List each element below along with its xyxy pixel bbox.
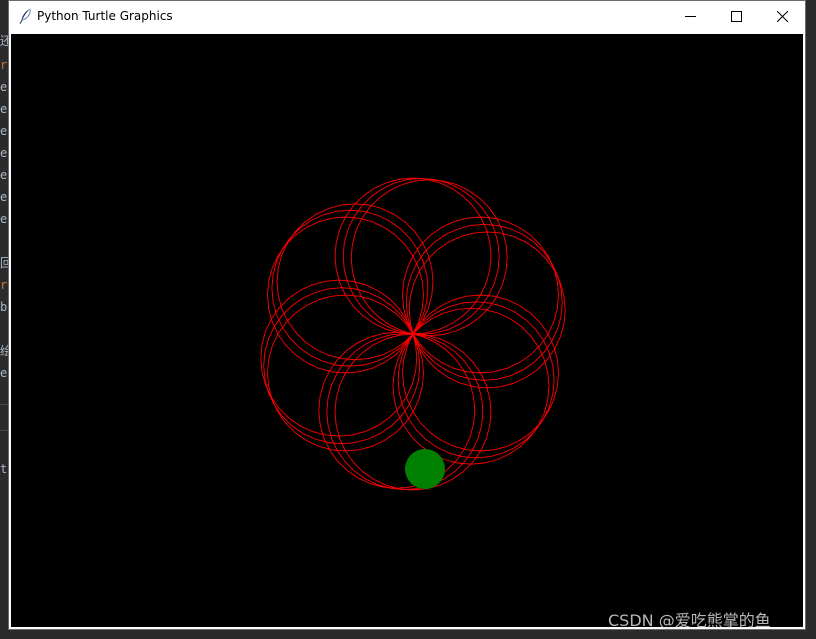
close-icon [777, 11, 788, 22]
turtle-window: Python Turtle Graphics [8, 0, 806, 630]
turtle-canvas[interactable] [11, 34, 803, 627]
gutter-char: t [0, 462, 8, 476]
gutter-char: b [0, 300, 8, 314]
window-title: Python Turtle Graphics [37, 9, 173, 23]
gutter-char: e [0, 102, 8, 116]
gutter-char: e [0, 212, 8, 226]
close-button[interactable] [759, 1, 805, 32]
gutter-char: e [0, 146, 8, 160]
gutter-char: e [0, 168, 8, 182]
gutter-char: r [0, 278, 8, 292]
maximize-icon [731, 11, 742, 22]
turtle-drawing [11, 34, 803, 627]
minimize-icon [685, 16, 696, 17]
gutter-char: e [0, 366, 8, 380]
feather-icon [19, 8, 33, 24]
watermark: CSDN @爱吃熊掌的鱼 [608, 611, 771, 630]
gutter-char: r [0, 58, 8, 72]
gutter-char: e [0, 80, 8, 94]
maximize-button[interactable] [713, 1, 759, 32]
minimize-button[interactable] [667, 1, 713, 32]
turtle-dot [405, 449, 445, 489]
title-bar[interactable]: Python Turtle Graphics [9, 1, 805, 32]
gutter-char: e [0, 124, 8, 138]
gutter-char: e [0, 190, 8, 204]
